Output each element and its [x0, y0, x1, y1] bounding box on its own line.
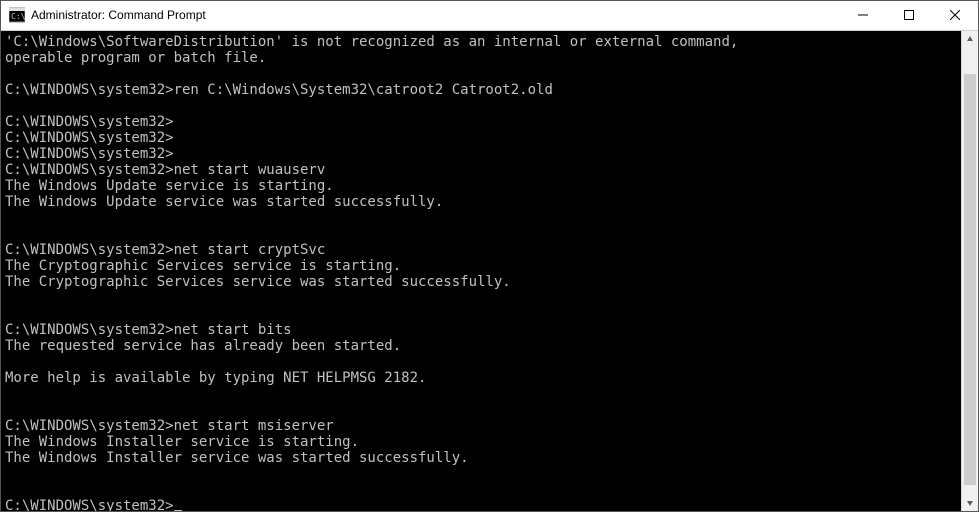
terminal-line — [5, 210, 957, 226]
terminal-line: The Windows Installer service is startin… — [5, 434, 957, 450]
terminal-line: More help is available by typing NET HEL… — [5, 370, 957, 386]
terminal-line — [5, 482, 957, 498]
window-title: Administrator: Command Prompt — [31, 8, 206, 22]
scroll-thumb[interactable] — [964, 74, 976, 485]
terminal-line: C:\WINDOWS\system32>net start bits — [5, 322, 957, 338]
terminal-line: The requested service has already been s… — [5, 338, 957, 354]
terminal-line: C:\WINDOWS\system32> — [5, 130, 957, 146]
terminal-line: The Windows Update service is starting. — [5, 178, 957, 194]
maximize-button[interactable] — [886, 1, 932, 30]
minimize-button[interactable] — [840, 1, 886, 30]
titlebar[interactable]: C:\ Administrator: Command Prompt — [1, 1, 978, 31]
cursor — [174, 510, 182, 511]
terminal[interactable]: 'C:\Windows\SoftwareDistribution' is not… — [1, 31, 961, 511]
cmd-icon: C:\ — [9, 7, 25, 23]
terminal-line: C:\WINDOWS\system32>ren C:\Windows\Syste… — [5, 82, 957, 98]
terminal-line — [5, 466, 957, 482]
terminal-line — [5, 386, 957, 402]
terminal-line: The Cryptographic Services service is st… — [5, 258, 957, 274]
terminal-line: C:\WINDOWS\system32>net start cryptSvc — [5, 242, 957, 258]
terminal-line: C:\WINDOWS\system32> — [5, 146, 957, 162]
titlebar-buttons — [840, 1, 978, 30]
terminal-line: C:\WINDOWS\system32>net start wuauserv — [5, 162, 957, 178]
terminal-line: C:\WINDOWS\system32> — [5, 114, 957, 130]
scroll-down-button[interactable] — [962, 494, 978, 511]
vertical-scrollbar[interactable] — [961, 31, 978, 511]
svg-text:C:\: C:\ — [11, 12, 25, 21]
terminal-line: C:\WINDOWS\system32> — [5, 498, 957, 511]
terminal-line: The Windows Update service was started s… — [5, 194, 957, 210]
terminal-line: C:\WINDOWS\system32>net start msiserver — [5, 418, 957, 434]
terminal-line: 'C:\Windows\SoftwareDistribution' is not… — [5, 34, 957, 50]
close-button[interactable] — [932, 1, 978, 30]
terminal-line — [5, 306, 957, 322]
scroll-up-button[interactable] — [962, 31, 978, 48]
terminal-line — [5, 354, 957, 370]
terminal-line — [5, 402, 957, 418]
client-area: 'C:\Windows\SoftwareDistribution' is not… — [1, 31, 978, 511]
terminal-line: The Windows Installer service was starte… — [5, 450, 957, 466]
terminal-line: The Cryptographic Services service was s… — [5, 274, 957, 290]
scroll-track[interactable] — [962, 48, 978, 494]
terminal-line — [5, 98, 957, 114]
window: C:\ Administrator: Command Prompt 'C:\Wi… — [0, 0, 979, 512]
terminal-line: operable program or batch file. — [5, 50, 957, 66]
terminal-line — [5, 66, 957, 82]
terminal-line — [5, 290, 957, 306]
terminal-line — [5, 226, 957, 242]
